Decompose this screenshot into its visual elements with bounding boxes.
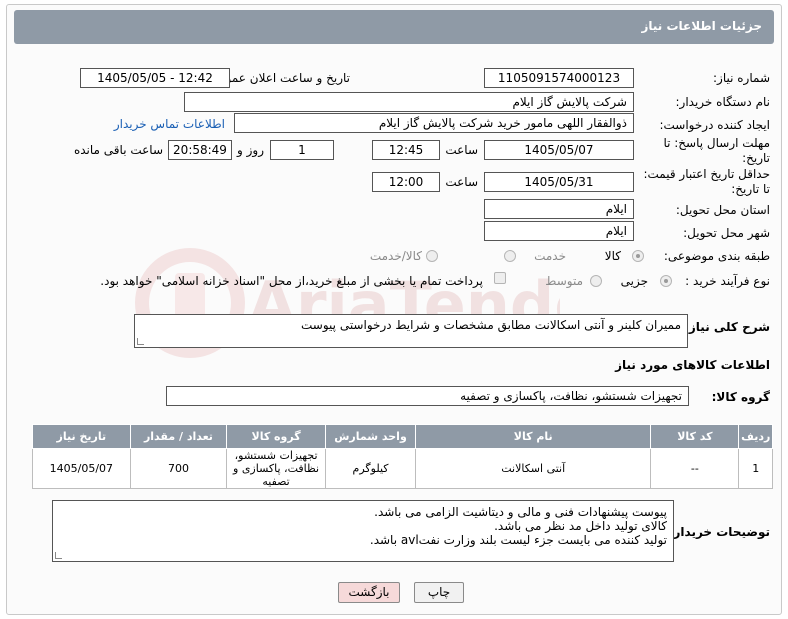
treasury-checkbox[interactable] [494,272,506,284]
cell-name: آنتی اسکالانت [415,448,652,489]
buyer-org-field[interactable]: شرکت پالایش گاز ایلام [184,92,634,112]
price-date-field[interactable]: 1405/05/31 [484,172,634,192]
col-code: کد کالا [650,424,740,449]
desc-text: ممیران کلینر و آنتی اسکالانت مطابق مشخصا… [301,318,681,332]
requester-field[interactable]: ذوالفقار اللهی مامور خرید شرکت پالایش گا… [234,113,634,133]
cell-date: 1405/05/07 [32,448,131,489]
price-time-label: ساعت [445,175,478,189]
remaining-label: ساعت باقی مانده [73,143,163,157]
process-minor-radio[interactable] [660,275,672,287]
print-button[interactable]: چاپ [414,582,464,603]
goods-group-label: گروه کالا: [711,390,770,404]
buyer-notes-line-3: تولید کننده می بایست جزء لیست بلند وزارت… [369,533,667,547]
buyer-notes-label: توضیحات خریدار: [668,525,770,539]
announce-field[interactable]: 1405/05/05 - 12:42 [80,68,230,88]
back-button[interactable]: بازگشت [338,582,400,603]
col-name: نام کالا [415,424,652,449]
process-label: نوع فرآیند خرید : [685,274,770,288]
resize-grip-icon[interactable] [137,338,144,345]
buyer-notes-textarea[interactable]: پیوست پیشنهادات فنی و مالی و دیتاشیت الز… [52,500,674,562]
requester-label: ایجاد کننده درخواست: [659,118,770,132]
buyer-notes-line-1: پیوست پیشنهادات فنی و مالی و دیتاشیت الز… [374,505,667,519]
buyer-notes-line-2: کالای تولید داخل مد نظر می باشد. [494,519,667,533]
category-both-radio[interactable] [426,250,438,262]
desc-label: شرح کلی نیاز: [684,320,770,334]
watermark-logo: AriaTender.net [135,248,560,358]
reply-date-field[interactable]: 1405/05/07 [484,140,634,160]
price-time-field[interactable]: 12:00 [372,172,440,192]
province-label: استان محل تحویل: [675,203,770,217]
buyer-org-label: نام دستگاه خریدار: [675,95,771,109]
cell-code: -- [650,448,740,489]
province-field[interactable]: ایلام [484,199,634,219]
cell-row: 1 [738,448,773,489]
goods-info-title: اطلاعات کالاهای مورد نیاز [615,358,770,372]
days-label: روز و [237,143,264,157]
price-validity-label: حداقل تاریخ اعتبار قیمت: تا تاریخ: [643,167,770,196]
category-service-label: خدمت [534,249,566,263]
col-unit: واحد شمارش [324,424,417,449]
col-qty: تعداد / مقدار [129,424,228,449]
cell-unit: کیلوگرم [324,448,417,489]
items-table: ردیف کد کالا نام کالا واحد شمارش گروه کا… [32,424,773,489]
table-header-row: ردیف کد کالا نام کالا واحد شمارش گروه کا… [32,424,773,449]
category-goods-radio[interactable] [632,250,644,262]
remaining-field[interactable]: 20:58:49 [168,140,232,160]
goods-group-field[interactable]: تجهیزات شستشو، نظافت، پاکسازی و تصفیه [166,386,689,406]
need-number-field[interactable]: 1105091574000123 [484,68,634,88]
category-label: طبقه بندی موضوعی: [663,249,770,263]
process-medium-label: متوسط [545,274,583,288]
need-number-label: شماره نیاز: [713,71,770,85]
city-field[interactable]: ایلام [484,221,634,241]
col-row: ردیف [738,424,773,449]
col-group: گروه کالا [226,424,326,449]
category-service-radio[interactable] [504,250,516,262]
reply-time-field[interactable]: 12:45 [372,140,440,160]
cell-group: تجهیزات شستشو، نظافت، پاکسازی و تصفیه [226,448,326,489]
days-field[interactable]: 1 [270,140,334,160]
category-both-label: کالا/خدمت [369,249,422,263]
page-header: جزئیات اطلاعات نیاز [14,10,774,44]
reply-deadline-label: مهلت ارسال پاسخ: تا تاریخ: [663,136,770,165]
table-row[interactable]: 1 -- آنتی اسکالانت کیلوگرم تجهیزات شستشو… [32,448,773,489]
resize-grip-icon[interactable] [55,552,62,559]
process-minor-label: جزیی [620,274,648,288]
payment-note: پرداخت تمام یا بخشی از مبلغ خرید،از محل … [100,274,483,288]
process-medium-radio[interactable] [590,275,602,287]
col-date: تاریخ نیاز [32,424,131,449]
desc-textarea[interactable]: ممیران کلینر و آنتی اسکالانت مطابق مشخصا… [134,314,688,348]
contact-link[interactable]: اطلاعات تماس خریدار [114,117,225,131]
city-label: شهر محل تحویل: [683,226,770,240]
reply-time-label: ساعت [445,143,478,157]
category-goods-label: کالا [604,249,621,263]
cell-qty: 700 [129,448,228,489]
